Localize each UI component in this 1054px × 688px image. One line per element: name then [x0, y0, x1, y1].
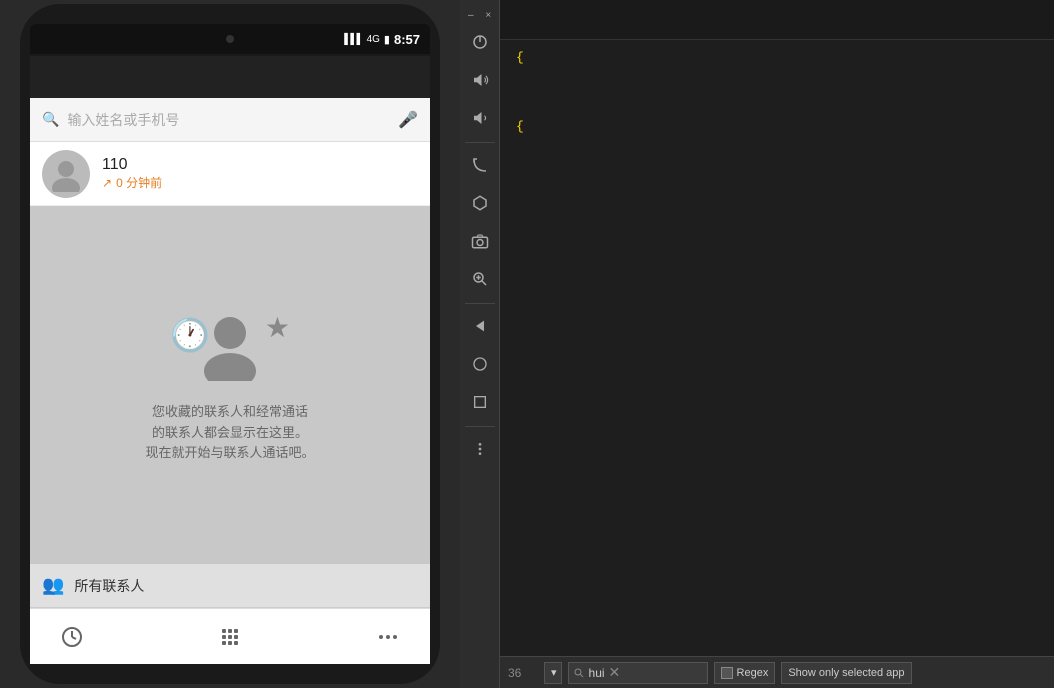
empty-state-text: 您收藏的联系人和经常通话 的联系人都会显示在这里。 现在就开始与联系人通话吧。	[145, 402, 314, 464]
search-input-icon	[573, 667, 585, 679]
search-input-value: hui	[589, 666, 605, 680]
contact-avatar	[42, 150, 90, 198]
empty-state-icons: 🕐 ★	[170, 306, 290, 386]
chevron-down-icon: ▾	[551, 666, 557, 679]
mic-icon[interactable]: 🎤	[398, 110, 418, 130]
toolbar-divider-1	[465, 142, 495, 143]
nav-more[interactable]	[366, 615, 410, 659]
phone-area: ▌▌▌ 4G ▮ 8:57 🔍 输入姓名或手机号 🎤	[0, 0, 460, 688]
code-line-2: {	[516, 117, 1038, 138]
window-controls: – ×	[460, 4, 499, 24]
ide-top-bar	[500, 0, 1054, 40]
zoom-button[interactable]	[462, 261, 498, 297]
nav-dialpad[interactable]	[208, 615, 252, 659]
contact-sub: ↗ 0 分钟前	[102, 174, 418, 191]
ide-main: { { 36 ▾ hui ✕ Regex	[500, 0, 1054, 688]
regex-toggle[interactable]: Regex	[714, 662, 776, 684]
contact-name: 110	[102, 156, 418, 174]
close-button[interactable]: ×	[482, 8, 496, 22]
show-selected-app-button[interactable]: Show only selected app	[781, 662, 911, 684]
phone-device: ▌▌▌ 4G ▮ 8:57 🔍 输入姓名或手机号 🎤	[20, 4, 440, 684]
search-bar[interactable]: 🔍 输入姓名或手机号 🎤	[30, 98, 430, 142]
call-arrow-icon: ↗	[102, 176, 112, 190]
contacts-tab-icon: 👥	[42, 575, 64, 596]
code-line-1: {	[516, 48, 1038, 69]
ide-bottom-bar: 36 ▾ hui ✕ Regex Show	[500, 656, 1054, 688]
empty-state: 🕐 ★ 您收藏的联系人和经常通话 的联系人都会显示在这里。 现在就开始与联系人通…	[30, 206, 430, 564]
rotate-button[interactable]	[462, 147, 498, 183]
search-clear-button[interactable]: ✕	[609, 664, 621, 681]
line-number: 36	[508, 666, 538, 680]
contact-item[interactable]: 110 ↗ 0 分钟前	[30, 142, 430, 206]
back-button[interactable]	[462, 308, 498, 344]
emulator-toolbar: – ×	[460, 0, 500, 688]
app-header	[30, 56, 430, 98]
more-button[interactable]	[462, 431, 498, 467]
show-selected-label: Show only selected app	[788, 667, 904, 679]
regex-checkbox	[721, 667, 733, 679]
bottom-nav	[30, 608, 430, 664]
volume-up-button[interactable]	[462, 62, 498, 98]
clock-decorative-icon: 🕐	[170, 316, 210, 354]
phone-screen: 🔍 输入姓名或手机号 🎤 110 ↗ 0 分钟前	[30, 56, 430, 664]
regex-label: Regex	[737, 667, 769, 679]
clock-status: 8:57	[394, 32, 420, 47]
screenshot-button[interactable]	[462, 185, 498, 221]
ide-area: – ×	[460, 0, 1054, 688]
power-button[interactable]	[462, 24, 498, 60]
network-label: 4G	[367, 34, 380, 45]
contacts-tab-label: 所有联系人	[74, 576, 144, 596]
toolbar-divider-2	[465, 303, 495, 304]
camera-button[interactable]	[462, 223, 498, 259]
toolbar-divider-3	[465, 426, 495, 427]
phone-status-bar: ▌▌▌ 4G ▮ 8:57	[30, 24, 430, 54]
code-editor[interactable]: { {	[500, 40, 1054, 656]
contact-time: 0 分钟前	[116, 174, 162, 191]
signal-icon: ▌▌▌	[344, 34, 362, 45]
nav-recents[interactable]	[50, 615, 94, 659]
log-search-input[interactable]: hui ✕	[568, 662, 708, 684]
star-decorative-icon: ★	[265, 311, 290, 344]
contacts-tab-bar[interactable]: 👥 所有联系人	[30, 564, 430, 608]
filter-dropdown[interactable]: ▾	[544, 662, 562, 684]
search-placeholder-text: 输入姓名或手机号	[67, 110, 390, 130]
home-button[interactable]	[462, 346, 498, 382]
minimize-button[interactable]: –	[464, 8, 478, 22]
search-icon: 🔍	[42, 111, 59, 128]
contact-info: 110 ↗ 0 分钟前	[102, 156, 418, 191]
battery-icon: ▮	[384, 33, 390, 46]
recents-button[interactable]	[462, 384, 498, 420]
volume-down-button[interactable]	[462, 100, 498, 136]
